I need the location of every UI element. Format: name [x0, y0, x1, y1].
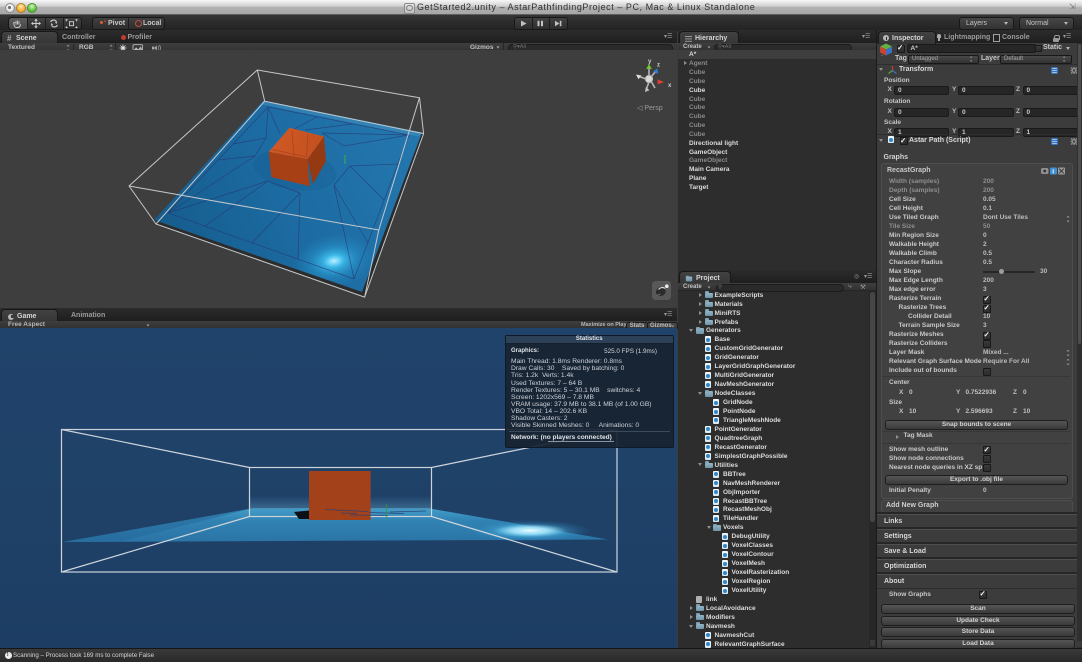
- svg-text:i: i: [1052, 168, 1054, 175]
- svg-text:◁ Persp: ◁ Persp: [637, 105, 663, 112]
- svg-text:z: z: [657, 63, 660, 69]
